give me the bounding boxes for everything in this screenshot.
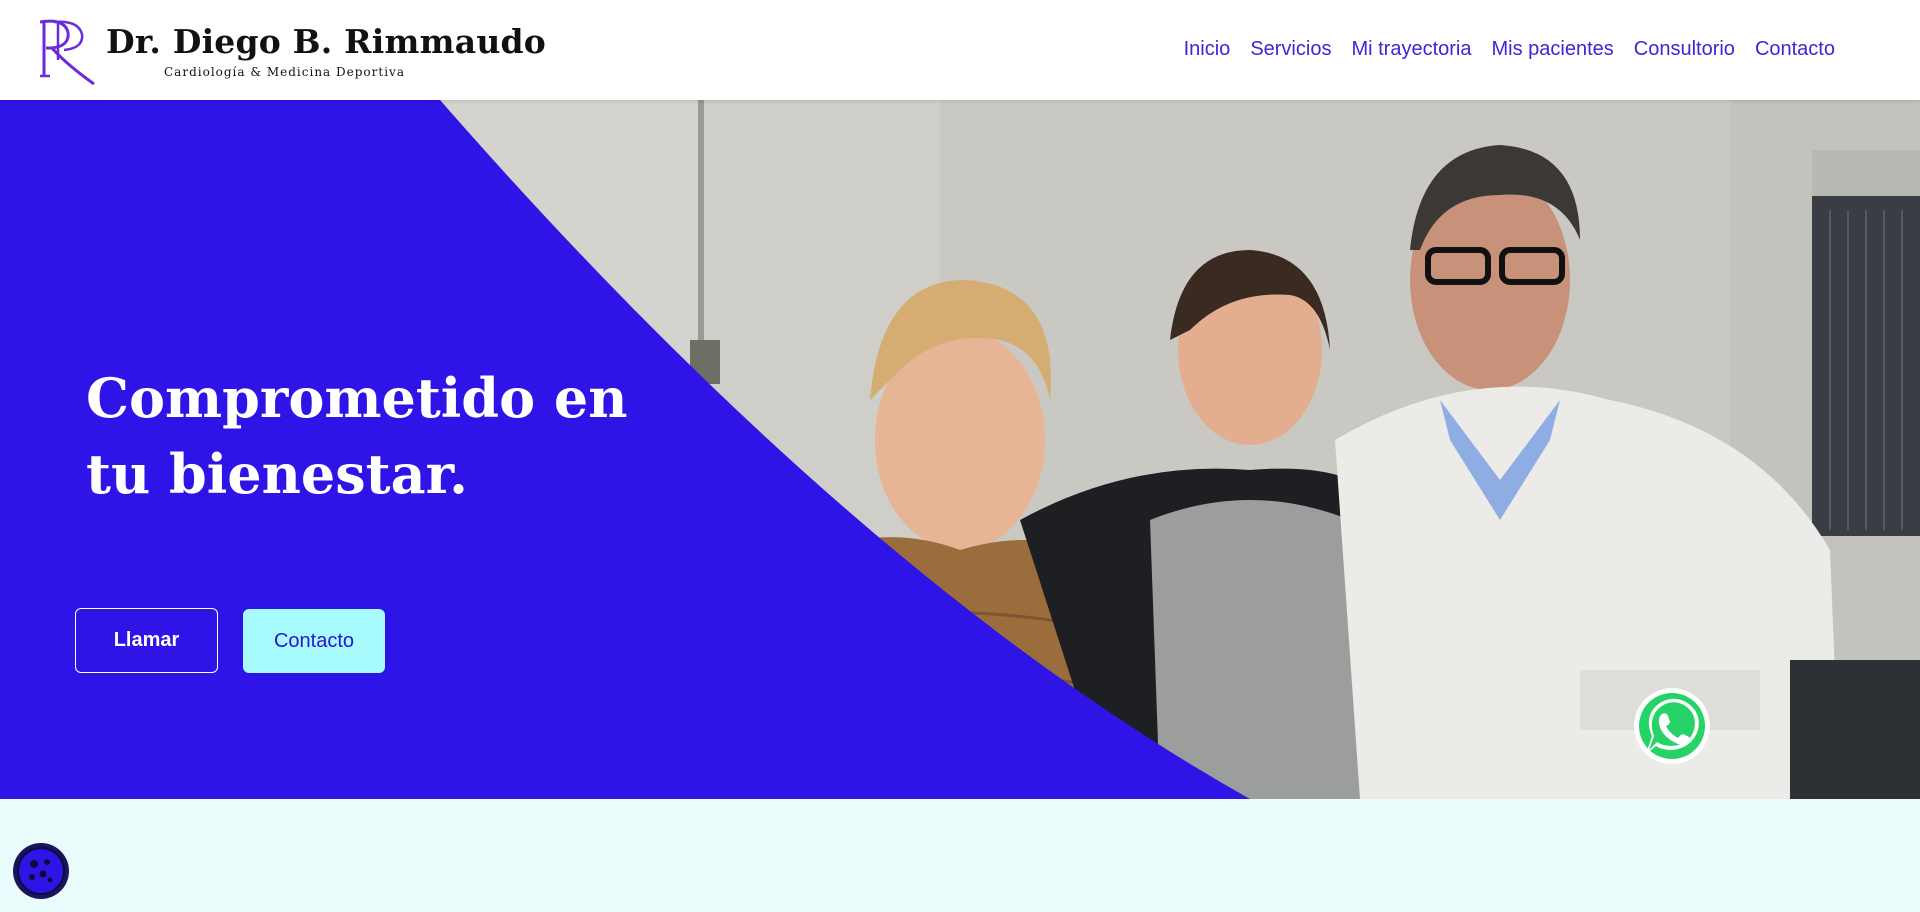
hero-title-line1: Comprometido en xyxy=(86,366,628,430)
main-nav: Inicio Servicios Mi trayectoria Mis paci… xyxy=(1184,38,1835,61)
nav-mis-pacientes[interactable]: Mis pacientes xyxy=(1491,38,1613,61)
call-button[interactable]: Llamar xyxy=(75,608,218,673)
monogram-logo-icon xyxy=(39,19,95,86)
whatsapp-icon[interactable] xyxy=(1632,686,1712,766)
lower-section xyxy=(0,799,1920,912)
brand-name: Dr. Diego B. Rimmaudo xyxy=(106,21,546,61)
nav-consultorio[interactable]: Consultorio xyxy=(1634,38,1735,61)
site-logo[interactable]: Dr. Diego B. Rimmaudo Cardiología & Medi… xyxy=(34,14,546,86)
brand-subtitle: Cardiología & Medicina Deportiva xyxy=(164,64,405,79)
nav-contacto[interactable]: Contacto xyxy=(1755,38,1835,61)
logo-text: Dr. Diego B. Rimmaudo Cardiología & Medi… xyxy=(106,22,546,79)
hero-title-line2: tu bienestar. xyxy=(86,442,468,506)
contact-button[interactable]: Contacto xyxy=(243,609,385,673)
hero-title: Comprometido en tu bienestar. xyxy=(86,360,628,512)
nav-inicio[interactable]: Inicio xyxy=(1184,38,1231,61)
site-header: Dr. Diego B. Rimmaudo Cardiología & Medi… xyxy=(0,0,1920,100)
hero-section: Comprometido en tu bienestar. Llamar Con… xyxy=(0,100,1920,799)
nav-mi-trayectoria[interactable]: Mi trayectoria xyxy=(1351,38,1471,61)
nav-servicios[interactable]: Servicios xyxy=(1250,38,1331,61)
cookie-icon[interactable] xyxy=(12,842,70,900)
